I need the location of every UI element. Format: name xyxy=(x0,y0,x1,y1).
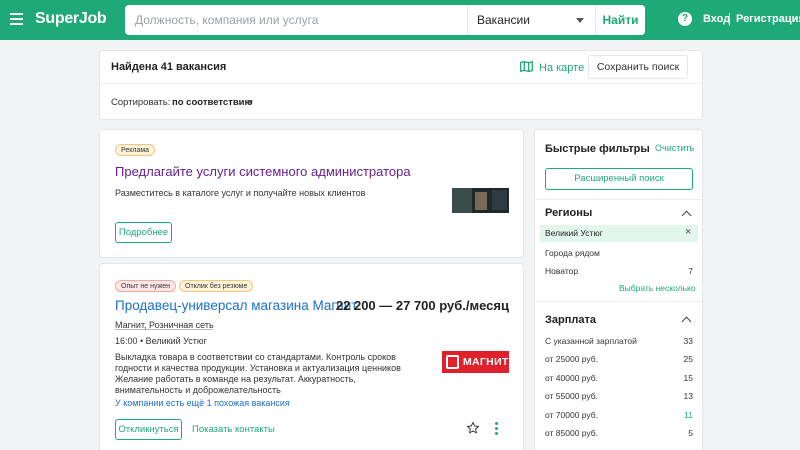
no-resume-badge: Отклик без резюме xyxy=(179,280,254,292)
vacancy-time-location: 16:00 • Великий Устюг xyxy=(115,336,207,346)
divider xyxy=(729,13,730,26)
register-link[interactable]: Регистрация xyxy=(736,13,800,25)
more-button[interactable]: Подробнее xyxy=(115,222,172,243)
close-icon[interactable]: × xyxy=(685,226,691,238)
salary-option-label: С указанной зарплатой xyxy=(545,336,637,346)
more-options-icon[interactable] xyxy=(495,422,499,435)
map-link[interactable]: На карте xyxy=(539,62,584,74)
show-contacts-button[interactable]: Показать контакты xyxy=(192,424,275,435)
chevron-up-icon[interactable] xyxy=(681,210,692,221)
vacancy-salary: 22 200 — 27 700 руб./месяц xyxy=(335,298,509,313)
salary-title[interactable]: Зарплата xyxy=(545,314,596,326)
top-bar: SuperJob Вакансии Найти ? Вход Регистрац… xyxy=(0,0,800,40)
salary-option-count: 15 xyxy=(683,373,693,383)
salary-option[interactable]: от 25000 руб. 25 xyxy=(545,354,693,364)
company-logo-text: МАГНИТ xyxy=(463,356,509,368)
vacancy-card: Опыт не нужен Отклик без резюме Продавец… xyxy=(99,263,524,450)
vacancy-title[interactable]: Продавец-универсал магазина Магнит xyxy=(115,298,357,313)
salary-option-label: от 70000 руб. xyxy=(545,410,599,420)
ad-image[interactable] xyxy=(452,188,509,213)
quick-filters: Быстрые фильтры Очистить Расширенный пои… xyxy=(534,129,703,450)
salary-option-count: 13 xyxy=(683,391,693,401)
menu-icon[interactable] xyxy=(10,13,23,25)
salary-option-count: 11 xyxy=(684,410,693,420)
salary-option-label: от 25000 руб. xyxy=(545,354,599,364)
vacancy-description: Выкладка товара в соответствии со станда… xyxy=(115,352,401,395)
no-experience-badge: Опыт не нужен xyxy=(115,280,177,292)
sort-select[interactable]: по соответствию xyxy=(172,97,253,108)
search-input[interactable] xyxy=(125,5,467,35)
chevron-up-icon[interactable] xyxy=(681,316,692,327)
salary-option[interactable]: от 40000 руб. 15 xyxy=(545,373,693,383)
results-header: Найдена 41 вакансия На карте Сохранить п… xyxy=(99,50,703,120)
divider xyxy=(535,199,702,200)
ad-card: Реклама Предлагайте услуги системного ад… xyxy=(99,129,524,258)
regions-title[interactable]: Регионы xyxy=(545,207,592,219)
salary-option-count: 33 xyxy=(683,336,693,346)
find-button-label: Найти xyxy=(602,13,639,27)
divider xyxy=(535,301,702,302)
salary-option-label: от 40000 руб. xyxy=(545,373,599,383)
save-search-button[interactable]: Сохранить поиск xyxy=(588,55,688,79)
map-icon[interactable] xyxy=(520,61,533,72)
salary-option-label: от 55000 руб. xyxy=(545,391,599,401)
chevron-down-icon xyxy=(576,18,584,23)
salary-option[interactable]: от 85000 руб. 5 xyxy=(545,428,693,438)
nearby-cities-option[interactable]: Города рядом xyxy=(545,248,693,258)
search-type-select[interactable]: Вакансии xyxy=(467,5,595,35)
company-link[interactable]: Магнит, Розничная сеть xyxy=(115,320,214,330)
pick-several-link[interactable]: Выбрать несколько xyxy=(619,283,696,293)
filters-title: Быстрые фильтры xyxy=(545,143,650,155)
superjob-logo[interactable]: SuperJob xyxy=(35,10,107,28)
selected-region-label: Великий Устюг xyxy=(545,228,603,238)
search-type-label: Вакансии xyxy=(477,13,530,27)
respond-button[interactable]: Откликнуться xyxy=(115,419,182,440)
magnit-logo-icon xyxy=(446,355,459,369)
selected-region[interactable]: Великий Устюг × xyxy=(540,225,698,242)
ad-title[interactable]: Предлагайте услуги системного администра… xyxy=(115,164,411,179)
results-count: Найдена 41 вакансия xyxy=(111,61,227,73)
salary-option[interactable]: С указанной зарплатой 33 xyxy=(545,336,693,346)
salary-option-count: 25 xyxy=(683,354,693,364)
region-option-count: 7 xyxy=(688,266,693,276)
star-icon[interactable] xyxy=(466,421,480,435)
region-option-label: Новатор xyxy=(545,266,579,276)
salary-option[interactable]: от 70000 руб. 11 xyxy=(545,410,693,420)
salary-option[interactable]: от 55000 руб. 13 xyxy=(545,391,693,401)
advanced-search-button[interactable]: Расширенный поиск xyxy=(545,168,693,190)
salary-option-label: от 85000 руб. xyxy=(545,428,599,438)
divider xyxy=(100,83,702,84)
help-icon[interactable]: ? xyxy=(678,12,692,26)
region-option[interactable]: Новатор 7 xyxy=(545,266,693,276)
nearby-cities-label: Города рядом xyxy=(545,248,600,258)
clear-filters-link[interactable]: Очистить xyxy=(655,143,694,153)
salary-option-count: 5 xyxy=(688,428,693,438)
sort-label: Сортировать: xyxy=(111,97,171,108)
chevron-down-icon[interactable] xyxy=(247,100,253,104)
search-bar: Вакансии Найти xyxy=(125,5,645,35)
ad-description: Разместитесь в каталоге услуг и получайт… xyxy=(115,188,366,198)
login-link[interactable]: Вход xyxy=(703,13,730,25)
ad-badge: Реклама xyxy=(115,144,156,156)
find-button[interactable]: Найти xyxy=(595,5,645,35)
company-logo[interactable]: МАГНИТ xyxy=(442,351,509,373)
similar-vacancies-link[interactable]: У компании есть ещё 1 похожая вакансия xyxy=(115,398,290,408)
